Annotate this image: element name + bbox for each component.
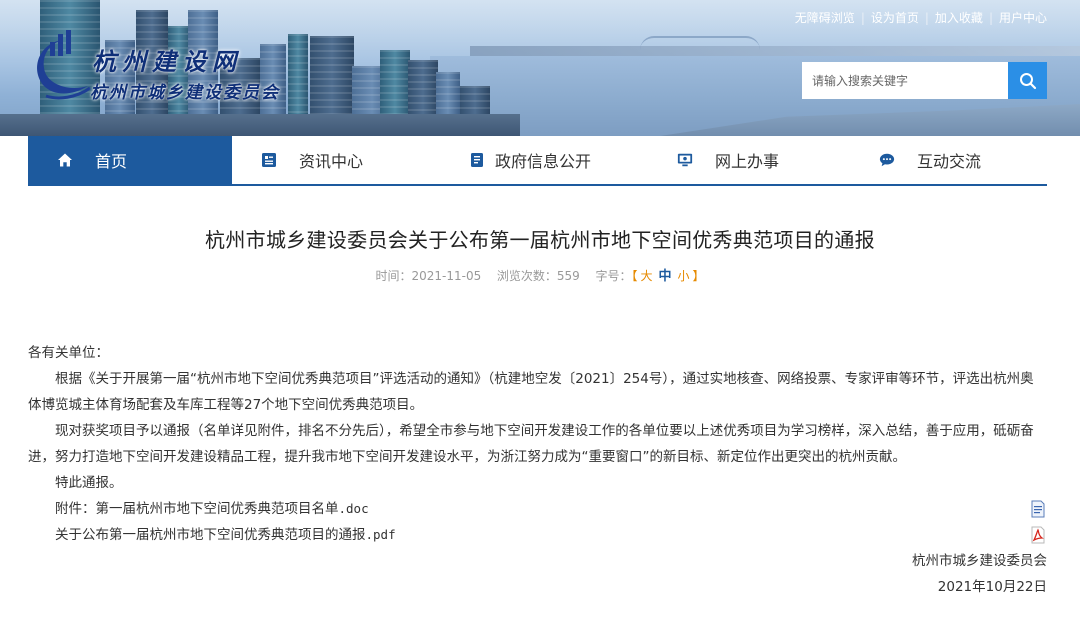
home-icon	[57, 152, 73, 168]
attachment-link-pdf[interactable]: 关于公布第一届杭州市地下空间优秀典范项目的通报.pdf	[28, 527, 396, 543]
font-size-medium[interactable]: 中	[659, 269, 672, 284]
header-banner: 杭州建设网 杭州市城乡建设委员会 无障碍浏览 | 设为首页 | 加入收藏 | 用…	[0, 0, 1080, 136]
font-size-label: 字号：	[595, 269, 632, 283]
separator: |	[988, 10, 993, 25]
nav-label: 资讯中心	[299, 152, 364, 171]
nav-item-home[interactable]: 首页	[28, 136, 232, 184]
font-size-small[interactable]: 小	[678, 269, 690, 283]
signature-date: 2021年10月22日	[937, 579, 1047, 595]
word-file-icon[interactable]	[1030, 500, 1046, 518]
logo-title: 杭州建设网	[92, 47, 242, 76]
top-links: 无障碍浏览 | 设为首页 | 加入收藏 | 用户中心	[795, 9, 1047, 26]
chat-icon	[879, 152, 895, 168]
paragraph: 特此通报。	[55, 475, 123, 491]
attachment-link-doc[interactable]: 附件：第一届杭州市地下空间优秀典范项目名单.doc	[28, 501, 369, 517]
nav-label: 首页	[95, 152, 128, 171]
publish-date: 2021-11-05	[411, 269, 482, 283]
attachment-row: 关于公布第一届杭州市地下空间优秀典范项目的通报.pdf	[28, 522, 1047, 548]
site-logo[interactable]: 杭州建设网 杭州市城乡建设委员会	[28, 24, 328, 114]
nav-label: 政府信息公开	[495, 152, 592, 171]
user-center-link[interactable]: 用户中心	[999, 9, 1047, 26]
signature-org: 杭州市城乡建设委员会	[912, 553, 1047, 569]
nav-item-online-service[interactable]: 网上办事	[640, 136, 843, 184]
nav-item-news[interactable]: 资讯中心	[232, 136, 436, 184]
search-icon	[1019, 72, 1036, 89]
search-button[interactable]	[1008, 62, 1047, 99]
views-label: 浏览次数：	[496, 269, 557, 283]
view-count: 559	[556, 269, 580, 283]
nav-label: 互动交流	[917, 152, 982, 171]
paragraph: 现对获奖项目予以通报（名单详见附件，排名不分先后），希望全市参与地下空间开发建设…	[28, 423, 1034, 465]
search-box	[802, 62, 1047, 99]
search-input[interactable]	[802, 62, 1008, 99]
add-favorite-link[interactable]: 加入收藏	[935, 9, 983, 26]
attachment-row: 附件：第一届杭州市地下空间优秀典范项目名单.doc	[28, 496, 1047, 522]
banner-bridge	[640, 36, 760, 50]
nav-item-interaction[interactable]: 互动交流	[843, 136, 1047, 184]
nav-label: 网上办事	[715, 152, 780, 171]
monitor-icon	[677, 152, 693, 168]
separator: |	[924, 10, 929, 25]
news-icon	[261, 152, 277, 168]
nav-item-gov-info[interactable]: 政府信息公开	[436, 136, 640, 184]
paragraph: 根据《关于开展第一届“杭州市地下空间优秀典范项目”评选活动的通知》（杭建地空发〔…	[28, 371, 1034, 413]
time-label: 时间：	[375, 269, 412, 283]
set-homepage-link[interactable]: 设为首页	[871, 9, 919, 26]
article-title: 杭州市城乡建设委员会关于公布第一届杭州市地下空间优秀典范项目的通报	[205, 228, 875, 252]
main-nav: 首页 资讯中心 政府信息公开 网上办事 互动交流	[28, 136, 1047, 186]
pdf-file-icon[interactable]	[1030, 526, 1046, 544]
separator: |	[860, 10, 865, 25]
logo-subtitle: 杭州市城乡建设委员会	[90, 83, 280, 103]
accessibility-link[interactable]: 无障碍浏览	[795, 9, 855, 26]
salutation: 各有关单位：	[28, 345, 109, 361]
font-size-large[interactable]: 大	[640, 269, 652, 283]
article-meta: 时间：2021-11-05 浏览次数：559 字号：【大中小】	[0, 265, 1080, 284]
document-icon	[469, 152, 485, 168]
font-size-switcher: 【大中小】	[631, 269, 705, 284]
article-body: 各有关单位： 根据《关于开展第一届“杭州市地下空间优秀典范项目”评选活动的通知》…	[28, 340, 1047, 600]
